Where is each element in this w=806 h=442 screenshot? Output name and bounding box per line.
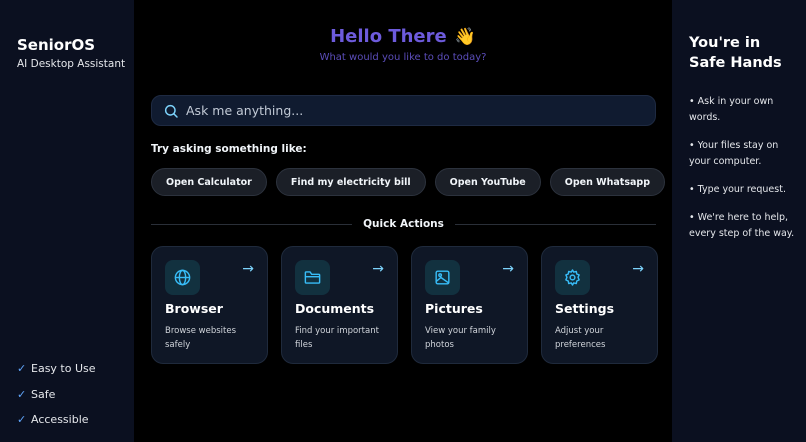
suggestion-open-youtube[interactable]: Open YouTube: [434, 168, 541, 196]
right-panel: You're in Safe Hands • Ask in your own w…: [672, 0, 806, 442]
feature-label: Easy to Use: [31, 362, 96, 376]
gear-icon: [565, 269, 580, 286]
safe-hands-title: You're in Safe Hands: [689, 35, 782, 71]
card-description: Find your important files: [295, 326, 379, 350]
card-title: Browser: [165, 301, 223, 316]
card-icon-box: [425, 260, 460, 295]
divider: [454, 223, 656, 225]
suggestion-find-electricity-bill[interactable]: Find my electricity bill: [275, 168, 426, 196]
search-icon: [164, 104, 178, 118]
card-description: View your family photos: [425, 326, 496, 350]
tips-list: • Ask in your own words. • Your files st…: [689, 94, 799, 254]
tip-item: • Your files stay on your computer.: [689, 140, 779, 167]
suggestion-open-calculator[interactable]: Open Calculator: [151, 168, 267, 196]
card-description: Adjust your preferences: [555, 326, 606, 350]
card-settings[interactable]: → Settings Adjust your preferences: [541, 246, 658, 364]
quick-actions-title: Quick Actions: [363, 218, 444, 230]
suggestions-label: Try asking something like:: [151, 143, 307, 155]
arrow-right-icon: →: [632, 261, 644, 277]
search-input[interactable]: [186, 103, 655, 118]
card-icon-box: [295, 260, 330, 295]
greeting: Hello There 👋: [134, 26, 672, 47]
card-title: Documents: [295, 301, 375, 316]
card-title: Pictures: [425, 301, 483, 316]
arrow-right-icon: →: [372, 261, 384, 277]
divider: [151, 223, 353, 225]
check-icon: ✓: [17, 413, 27, 427]
app-name: SeniorOS: [17, 36, 96, 54]
card-title: Settings: [555, 301, 615, 316]
quick-action-cards: → Browser Browse websites safely → Docum…: [151, 246, 658, 364]
suggestion-chips: Open Calculator Find my electricity bill…: [151, 168, 666, 196]
suggestion-open-whatsapp[interactable]: Open Whatsapp: [549, 168, 666, 196]
feature-item: ✓ Accessible: [17, 407, 96, 433]
tip-item: • Ask in your own words.: [689, 96, 774, 123]
feature-list: ✓ Easy to Use ✓ Safe ✓ Accessible: [17, 356, 96, 433]
app-subtitle: AI Desktop Assistant: [17, 58, 126, 70]
tip-item: • We're here to help, every step of the …: [689, 212, 795, 239]
greeting-title: Hello There: [330, 26, 447, 47]
arrow-right-icon: →: [502, 261, 514, 277]
tip-item: • Type your request.: [689, 184, 786, 195]
main-content: Hello There 👋 What would you like to do …: [134, 0, 672, 442]
image-icon: [435, 270, 450, 285]
card-icon-box: [165, 260, 200, 295]
card-icon-box: [555, 260, 590, 295]
check-icon: ✓: [17, 387, 27, 401]
card-browser[interactable]: → Browser Browse websites safely: [151, 246, 268, 364]
feature-label: Safe: [31, 387, 56, 401]
arrow-right-icon: →: [242, 261, 254, 277]
check-icon: ✓: [17, 362, 27, 376]
feature-label: Accessible: [31, 413, 89, 427]
folder-icon: [304, 271, 321, 284]
globe-icon: [174, 269, 191, 286]
quick-actions-header: Quick Actions: [151, 215, 656, 233]
card-pictures[interactable]: → Pictures View your family photos: [411, 246, 528, 364]
card-documents[interactable]: → Documents Find your important files: [281, 246, 398, 364]
card-description: Browse websites safely: [165, 326, 237, 350]
feature-item: ✓ Easy to Use: [17, 356, 96, 382]
feature-item: ✓ Safe: [17, 382, 96, 408]
greeting-subtitle: What would you like to do today?: [319, 52, 487, 63]
waving-hand-icon: 👋: [454, 26, 476, 47]
greeting-title-row: Hello There 👋: [330, 26, 476, 47]
search-bar[interactable]: [151, 95, 656, 126]
left-sidebar: SeniorOS AI Desktop Assistant ✓ Easy to …: [0, 0, 134, 442]
